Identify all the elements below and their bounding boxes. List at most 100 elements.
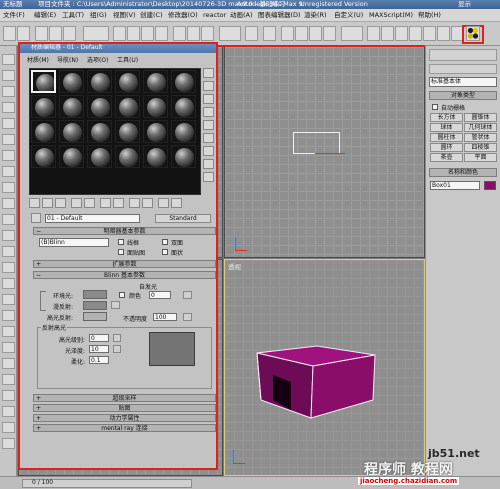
object-type-rollout[interactable]: 对象类型 <box>429 91 497 100</box>
tool-9-icon[interactable] <box>2 182 15 193</box>
mirror-icon[interactable] <box>367 26 380 41</box>
tool-3-icon[interactable] <box>2 86 15 97</box>
select-by-name-icon[interactable] <box>127 26 140 41</box>
tool-1-icon[interactable] <box>2 54 15 65</box>
tool-4-icon[interactable] <box>2 102 15 113</box>
cone-button[interactable]: 圆锥体 <box>464 113 497 122</box>
menu-customize[interactable]: 自定义(U) <box>334 9 363 22</box>
material-editor-highlight-frame <box>18 42 218 470</box>
autogrid-checkbox[interactable] <box>432 104 438 110</box>
bind-space-warp-icon[interactable] <box>63 26 76 41</box>
menu-edit[interactable]: 编辑(E) <box>34 9 56 22</box>
create-category-icons[interactable] <box>429 64 497 74</box>
undo-icon[interactable] <box>3 26 16 41</box>
cylinder-button[interactable]: 圆柱体 <box>430 133 463 142</box>
pyramid-button[interactable]: 四棱锥 <box>464 143 497 152</box>
tool-19-icon[interactable] <box>2 342 15 353</box>
name-color-rollout[interactable]: 名称和颜色 <box>429 168 497 177</box>
viewport-top-right[interactable] <box>224 46 425 258</box>
axis-red-line <box>315 153 345 154</box>
select-scale-icon[interactable] <box>201 26 214 41</box>
menu-create[interactable]: 创建(C) <box>140 9 163 22</box>
redo-icon[interactable] <box>17 26 30 41</box>
primitive-type-dropdown[interactable]: 标准基本体 <box>429 77 497 87</box>
tool-16-icon[interactable] <box>2 294 15 305</box>
tool-6-icon[interactable] <box>2 134 15 145</box>
tool-15-icon[interactable] <box>2 278 15 289</box>
menu-graph-editors[interactable]: 图表编辑器(D) <box>258 9 301 22</box>
tool-18-icon[interactable] <box>2 326 15 337</box>
menu-reactor[interactable]: reactor <box>203 9 226 22</box>
tube-button[interactable]: 管状体 <box>464 133 497 142</box>
selection-filter-dropdown[interactable] <box>83 26 109 41</box>
torus-button[interactable]: 圆环 <box>430 143 463 152</box>
geosphere-button[interactable]: 几何球体 <box>464 123 497 132</box>
select-object-icon[interactable] <box>113 26 126 41</box>
tool-12-icon[interactable] <box>2 230 15 241</box>
spinner-snap-icon[interactable] <box>323 26 336 41</box>
axis-y-indicator <box>235 237 236 251</box>
menu-animation[interactable]: 动画(A) <box>230 9 253 22</box>
persp-axis-z <box>233 450 234 464</box>
highlight-connector-line <box>218 45 425 47</box>
object-name-field[interactable]: Box01 <box>430 181 480 190</box>
rect-selection-icon[interactable] <box>141 26 154 41</box>
tool-17-icon[interactable] <box>2 310 15 321</box>
tool-11-icon[interactable] <box>2 214 15 225</box>
persp-axis-x <box>233 463 245 464</box>
command-panel: 标准基本体 对象类型 自动栅格 长方体 圆锥体 球体 几何球体 圆柱体 管状体 … <box>425 46 500 476</box>
reference-coord-dropdown[interactable] <box>219 26 241 41</box>
viewport-perspective[interactable]: 透视 <box>224 259 425 476</box>
tool-24-icon[interactable] <box>2 422 15 433</box>
curve-editor-icon[interactable] <box>409 26 422 41</box>
menu-tools[interactable]: 工具(T) <box>62 9 84 22</box>
tool-7-icon[interactable] <box>2 150 15 161</box>
tool-21-icon[interactable] <box>2 374 15 385</box>
watermark-url: jiaocheng.chazidian.com <box>358 477 460 485</box>
tool-20-icon[interactable] <box>2 358 15 369</box>
tool-13-icon[interactable] <box>2 246 15 257</box>
window-crossing-icon[interactable] <box>155 26 168 41</box>
teapot-button[interactable]: 茶壶 <box>430 153 463 162</box>
select-move-icon[interactable] <box>173 26 186 41</box>
menu-views[interactable]: 视图(V) <box>113 9 136 22</box>
percent-snap-icon[interactable] <box>309 26 322 41</box>
unlink-icon[interactable] <box>49 26 62 41</box>
schematic-view-icon[interactable] <box>423 26 436 41</box>
title-bar: 无标题 项目文件夹 : C:\Users\Administrator\Deskt… <box>0 0 500 9</box>
select-rotate-icon[interactable] <box>187 26 200 41</box>
tool-2-icon[interactable] <box>2 70 15 81</box>
tool-25-icon[interactable] <box>2 438 15 449</box>
angle-snap-icon[interactable] <box>295 26 308 41</box>
frame-counter: 0 / 100 <box>32 479 54 486</box>
command-panel-tabs[interactable] <box>429 49 497 61</box>
box-button[interactable]: 长方体 <box>430 113 463 122</box>
menu-modifiers[interactable]: 修改器(O) <box>168 9 198 22</box>
object-color-swatch[interactable] <box>484 181 496 190</box>
app-title: Autodesk 3ds Max 9 <box>237 0 303 8</box>
tool-10-icon[interactable] <box>2 198 15 209</box>
select-manipulate-icon[interactable] <box>263 26 276 41</box>
box-top-view-outline <box>293 132 340 154</box>
material-editor-icon[interactable] <box>466 26 480 41</box>
select-link-icon[interactable] <box>35 26 48 41</box>
tool-22-icon[interactable] <box>2 390 15 401</box>
pivot-center-icon[interactable] <box>245 26 258 41</box>
menu-rendering[interactable]: 渲染(R) <box>304 9 327 22</box>
layer-manager-icon[interactable] <box>395 26 408 41</box>
menu-file[interactable]: 文件(F) <box>3 9 25 22</box>
render-setup-icon[interactable] <box>437 26 450 41</box>
align-icon[interactable] <box>381 26 394 41</box>
menu-group[interactable]: 组(G) <box>90 9 107 22</box>
named-selection-sets-dropdown[interactable] <box>341 26 363 41</box>
sphere-button[interactable]: 球体 <box>430 123 463 132</box>
snaps-toggle-icon[interactable] <box>281 26 294 41</box>
tool-14-icon[interactable] <box>2 262 15 273</box>
license-label: Unregistered Version <box>300 0 368 8</box>
menu-maxscript[interactable]: MAXScript(M) <box>369 9 413 22</box>
tool-23-icon[interactable] <box>2 406 15 417</box>
tool-8-icon[interactable] <box>2 166 15 177</box>
menu-help[interactable]: 帮助(H) <box>418 9 441 22</box>
plane-button[interactable]: 平面 <box>464 153 497 162</box>
tool-5-icon[interactable] <box>2 118 15 129</box>
